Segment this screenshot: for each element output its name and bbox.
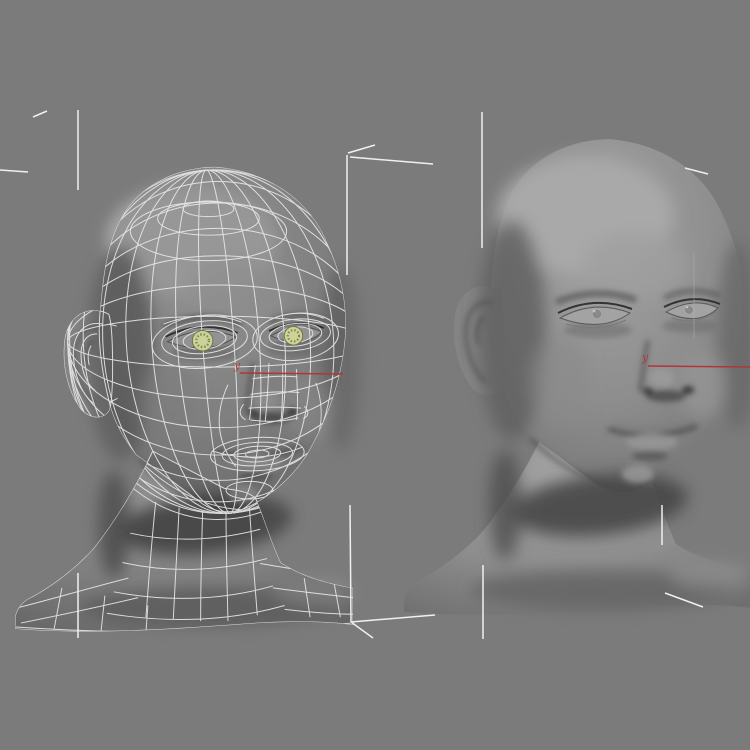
gizmo-axis-label: y [233, 359, 241, 372]
viewport-3d[interactable]: y y [0, 0, 750, 750]
gizmo-axis-label: y [641, 351, 649, 364]
